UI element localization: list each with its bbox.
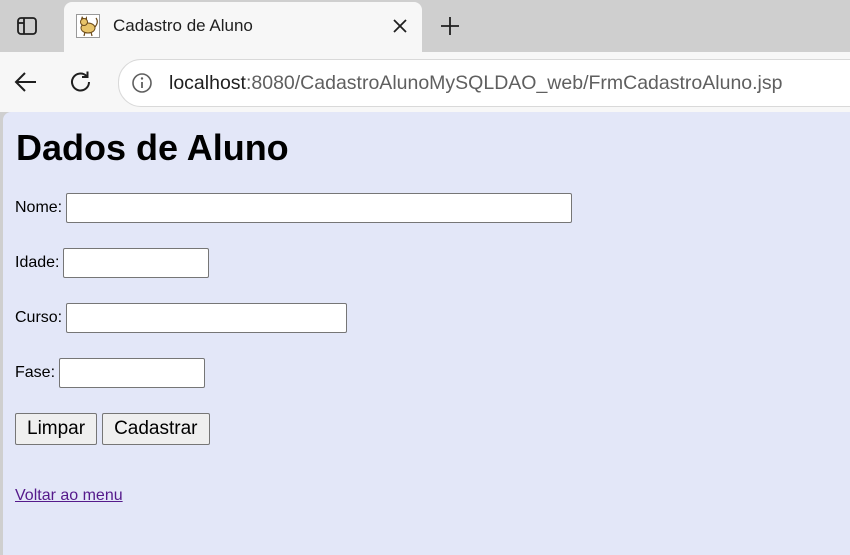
idade-label: Idade:	[15, 254, 60, 271]
page-title: Dados de Aluno	[16, 127, 289, 168]
url-text: localhost:8080/CadastroAlunoMySQLDAO_web…	[169, 72, 782, 95]
curso-input[interactable]	[66, 303, 348, 333]
curso-label: Curso:	[15, 309, 63, 326]
idade-field-row: Idade:	[15, 248, 210, 278]
fase-label: Fase:	[15, 364, 56, 381]
page-content: Dados de Aluno Nome: Idade: Curso: Fase:…	[3, 112, 850, 555]
reload-icon[interactable]	[65, 66, 97, 98]
sidebar-icon[interactable]	[10, 10, 44, 42]
nome-input[interactable]	[66, 193, 573, 223]
nome-label: Nome:	[15, 199, 63, 216]
limpar-button[interactable]: Limpar	[15, 413, 98, 445]
form-buttons: Limpar Cadastrar	[15, 413, 215, 445]
cadastrar-button[interactable]: Cadastrar	[102, 413, 210, 445]
browser-tab[interactable]: Cadastro de Aluno	[64, 2, 422, 52]
tab-strip: Cadastro de Aluno	[0, 0, 850, 52]
back-arrow-icon[interactable]	[10, 66, 42, 98]
url-path: :8080/CadastroAlunoMySQLDAO_web/FrmCadas…	[245, 72, 783, 94]
close-icon[interactable]	[388, 14, 412, 38]
address-bar[interactable]: localhost:8080/CadastroAlunoMySQLDAO_web…	[118, 59, 850, 107]
browser-toolbar: localhost:8080/CadastroAlunoMySQLDAO_web…	[0, 52, 850, 112]
fase-field-row: Fase:	[15, 358, 206, 388]
info-icon[interactable]	[130, 71, 154, 95]
voltar-menu-link[interactable]: Voltar ao menu	[15, 487, 123, 505]
plus-icon[interactable]	[434, 10, 466, 42]
idade-input[interactable]	[63, 248, 210, 278]
curso-field-row: Curso:	[15, 303, 348, 333]
fase-input[interactable]	[59, 358, 206, 388]
url-host: localhost	[169, 72, 246, 94]
tomcat-icon	[76, 14, 100, 38]
nome-field-row: Nome:	[15, 193, 573, 223]
tab-title: Cadastro de Aluno	[113, 16, 253, 35]
